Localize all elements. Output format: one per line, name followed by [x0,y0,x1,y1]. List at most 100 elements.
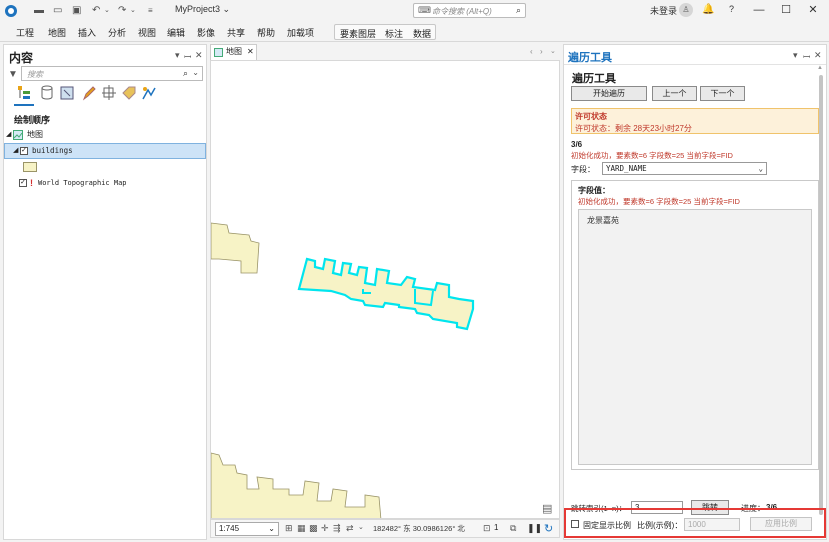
notification-icon[interactable]: 🔔 [702,4,714,15]
field-dropdown[interactable]: YARD_NAME ⌄ [602,162,767,175]
chevron-down-icon[interactable]: ⌄ [358,523,364,531]
customize-qat-icon[interactable]: ≡ [148,5,153,17]
coordinate-readout: 182482° 东 30.0986126° 北 [373,524,465,533]
command-search-input[interactable]: ⌨ 命令搜索 (Alt+Q) ⌕ [413,3,526,18]
tab-imagery[interactable]: 影像 [197,26,215,39]
snapping-icon[interactable]: ⇶ [333,523,341,534]
pane-scrollbar[interactable]: ▲ [817,65,825,525]
chevron-down-icon[interactable]: ⌄ [758,163,763,174]
undo-icon[interactable]: ↶ [92,5,100,17]
contents-search-input[interactable]: 搜索 ⌕ ⌄ [21,66,203,81]
map-notes-icon[interactable]: ▤ [542,502,552,515]
map-tab-bar: 地图 ✕ ‹ › ⌄ [210,44,560,60]
chevron-down-icon[interactable]: ⌄ [192,68,199,77]
map-icon [13,130,23,140]
next-button[interactable]: 下一个 [700,86,745,101]
project-title[interactable]: MyProject3 ⌄ [175,4,230,15]
map-canvas[interactable]: ▤ [210,60,560,519]
map-features[interactable] [211,61,560,519]
tab-map-view[interactable]: 地图 ✕ [210,44,257,60]
labeling-view-icon[interactable] [122,85,136,101]
tree-map-node[interactable]: ◢ 地图 [4,127,206,143]
field-value-textarea[interactable]: 龙景嘉苑 [578,209,812,465]
tab-list-icon[interactable]: ⌄ [550,47,556,55]
title-bar: ▬ ▭ ▣ ↶ ⌄ ↷ ⌄ ≡ MyProject3 ⌄ ⌨ 命令搜索 (Alt… [0,0,829,22]
ribbon-tabs: 工程 地图 插入 分析 视图 编辑 影像 共享 帮助 加载项 要素图层 标注 数… [0,22,829,42]
tab-share[interactable]: 共享 [227,26,245,39]
redo-dropdown-icon[interactable]: ⌄ [130,5,136,17]
close-tab-icon[interactable]: ✕ [247,45,254,59]
feature-layer-context-tabs: 要素图层 标注 数据 [334,24,436,40]
crosshair-icon[interactable]: ✛ [321,523,329,534]
fixed-zoom-icon[interactable]: ⊞ [285,523,293,534]
save-icon[interactable]: ▣ [72,5,81,17]
avatar-icon[interactable]: ♙ [679,3,693,17]
snapping-view-icon[interactable] [102,85,116,101]
tab-edit[interactable]: 编辑 [167,26,185,39]
close-pane-icon[interactable]: ✕ [814,50,822,61]
tab-addins[interactable]: 加载项 [287,26,314,39]
pause-drawing-icon[interactable]: ❚❚ [527,523,542,534]
layer-buildings-label: buildings [32,146,73,155]
filter-icon[interactable]: ▼ [8,69,18,80]
selection-view-icon[interactable] [60,85,74,101]
field-value-text: 龙景嘉苑 [587,216,619,225]
tab-analysis[interactable]: 分析 [108,26,126,39]
scale-dropdown[interactable]: 1:745 ⌄ [215,522,279,536]
close-window-button[interactable]: ✕ [803,2,823,18]
maximize-button[interactable]: ☐ [776,2,796,18]
pin-icon[interactable]: ꟷ [803,50,810,63]
editing-view-icon[interactable] [82,85,96,101]
data-source-icon[interactable] [40,85,54,101]
license-title: 许可状态 [575,112,607,121]
tab-labeling[interactable]: 标注 [385,27,403,40]
grid-icon[interactable]: ▦ [297,523,306,534]
expand-icon[interactable]: ◢ [13,143,18,159]
pin-icon[interactable]: ꟷ [184,50,191,63]
tab-map[interactable]: 地图 [48,26,66,39]
layer-visibility-checkbox[interactable]: ✓ [20,147,28,155]
buildings-symbol-swatch[interactable] [23,162,37,172]
tab-data[interactable]: 数据 [413,27,431,40]
rotation-icon[interactable]: ⇄ [346,523,354,534]
tab-project[interactable]: 工程 [16,26,34,39]
command-icon: ⌨ [418,5,431,15]
toggle-icon[interactable]: ⧉ [510,523,516,534]
scroll-left-icon[interactable]: ‹ [530,47,533,56]
tree-layer-buildings[interactable]: ◢ ✓ buildings [4,143,206,159]
tree-layer-basemap[interactable]: ✓ ! World Topographic Map [4,175,206,191]
chart-view-icon[interactable] [142,85,156,101]
refresh-icon[interactable]: ↻ [544,522,553,535]
pane-options-icon[interactable]: ▾ [793,50,798,61]
new-project-icon[interactable]: ▬ [34,5,44,17]
expand-icon[interactable]: ◢ [6,127,11,143]
license-status-panel: 许可状态 许可状态：剩余 28天23小时27分 [571,108,819,134]
table-icon[interactable]: ▩ [309,523,318,534]
tab-view[interactable]: 视图 [138,26,156,39]
help-button[interactable]: ? [729,4,734,14]
scroll-up-icon[interactable]: ▲ [817,65,823,71]
close-pane-icon[interactable]: ✕ [195,50,203,61]
tab-insert[interactable]: 插入 [78,26,96,39]
open-project-icon[interactable]: ▭ [53,5,62,17]
layer-visibility-checkbox[interactable]: ✓ [19,179,27,187]
tab-help[interactable]: 帮助 [257,26,275,39]
previous-button[interactable]: 上一个 [652,86,697,101]
scrollbar-thumb[interactable] [819,75,823,515]
map-icon [214,48,223,57]
scroll-right-icon[interactable]: › [540,47,543,56]
minimize-button[interactable]: — [749,2,769,18]
building-polygon [211,452,382,518]
search-icon[interactable]: ⌕ [516,5,521,16]
tab-feature-layer[interactable]: 要素图层 [340,27,376,40]
selection-icon[interactable]: ⊡ [483,523,491,534]
chevron-down-icon[interactable]: ⌄ [268,523,275,535]
sign-in-status[interactable]: 未登录 [650,4,677,17]
traverse-pane-title: 遍历工具 [568,52,612,64]
undo-dropdown-icon[interactable]: ⌄ [104,5,110,17]
redo-icon[interactable]: ↷ [118,5,126,17]
drawing-order-icon[interactable] [17,85,31,101]
search-icon[interactable]: ⌕ [183,68,188,79]
start-traverse-button[interactable]: 开始遍历 [571,86,647,101]
pane-options-icon[interactable]: ▾ [175,50,180,61]
